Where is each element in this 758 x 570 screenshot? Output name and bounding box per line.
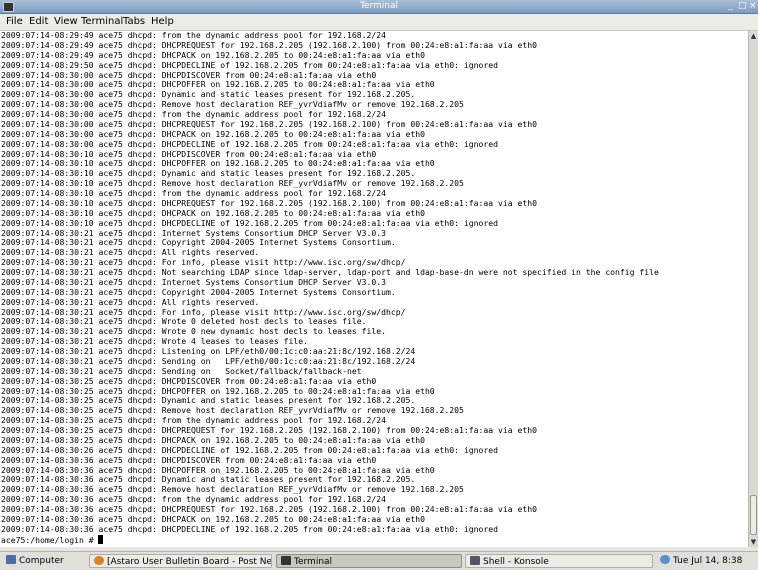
close-icon[interactable]: × <box>749 0 757 13</box>
terminal-line: 2009:07:14-08:30:21 ace75 dhcpd: Interne… <box>1 227 386 238</box>
terminal-line: 2009:07:14-08:30:25 ace75 dhcpd: Dynamic… <box>1 395 416 406</box>
terminal-line: 2009:07:14-08:30:21 ace75 dhcpd: Not sea… <box>1 267 659 277</box>
terminal-line: 2009:07:14-08:30:25 ace75 dhcpd: DHCPOFF… <box>1 385 435 396</box>
terminal-line: 2009:07:14-08:30:36 ace75 dhcpd: DHCPREQ… <box>1 504 538 514</box>
terminal-line: 2009:07:14-08:30:00 ace75 dhcpd: Dynamic… <box>1 89 416 100</box>
terminal-line: 2009:07:14-08:29:49 ace75 dhcpd: DHCPREQ… <box>1 39 538 50</box>
text-cursor <box>98 534 104 544</box>
minimize-icon[interactable]: _ <box>728 0 733 13</box>
task-konsole[interactable]: Shell - Konsole <box>465 554 653 568</box>
terminal-line: 2009:07:14-08:30:00 ace75 dhcpd: DHCPREQ… <box>1 118 538 129</box>
terminal-line: 2009:07:14-08:30:10 ace75 dhcpd: DHCPDIS… <box>1 148 377 159</box>
task-browser[interactable]: [Astaro User Bulletin Board - Post New .… <box>89 554 272 568</box>
task-terminal-label: Terminal <box>294 557 333 567</box>
terminal-text: 2009:07:14-08:29:49 ace75 dhcpd: from th… <box>0 31 748 546</box>
terminal-line: 2009:07:14-08:30:21 ace75 dhcpd: For inf… <box>1 257 406 268</box>
maximize-icon[interactable]: □ <box>738 0 747 13</box>
shell-prompt: ace75:/home/login # <box>1 534 99 545</box>
terminal-line: 2009:07:14-08:30:25 ace75 dhcpd: DHCPDIS… <box>1 375 377 386</box>
terminal-line: 2009:07:14-08:29:50 ace75 dhcpd: DHCPDEC… <box>1 59 499 70</box>
menu-tabs[interactable]: Tabs <box>123 14 145 30</box>
terminal-line: 2009:07:14-08:30:21 ace75 dhcpd: Wrote 4… <box>1 336 308 347</box>
scroll-down-icon[interactable]: ▼ <box>749 537 758 547</box>
terminal-line: 2009:07:14-08:30:00 ace75 dhcpd: Remove … <box>1 99 464 110</box>
window-titlebar[interactable]: Terminal _ □ × <box>0 0 758 14</box>
terminal-line: 2009:07:14-08:30:10 ace75 dhcpd: DHCPOFF… <box>1 158 435 169</box>
terminal-line: 2009:07:14-08:30:10 ace75 dhcpd: DHCPDEC… <box>1 217 499 228</box>
terminal-line: 2009:07:14-08:30:21 ace75 dhcpd: Wrote 0… <box>1 326 386 337</box>
taskbar: Computer [Astaro User Bulletin Board - P… <box>0 551 758 570</box>
task-browser-label: [Astaro User Bulletin Board - Post New .… <box>107 557 272 567</box>
terminal-line: 2009:07:14-08:30:21 ace75 dhcpd: All rig… <box>1 296 260 307</box>
menu-view[interactable]: View <box>54 14 78 30</box>
computer-menu-button[interactable]: Computer <box>2 554 82 568</box>
terminal-line: 2009:07:14-08:30:36 ace75 dhcpd: from th… <box>1 494 386 505</box>
terminal-icon <box>281 556 291 565</box>
konsole-icon <box>470 556 480 565</box>
terminal-line: 2009:07:14-08:30:25 ace75 dhcpd: DHCPREQ… <box>1 425 538 435</box>
terminal-line: 2009:07:14-08:30:10 ace75 dhcpd: Remove … <box>1 178 464 189</box>
terminal-line: 2009:07:14-08:30:00 ace75 dhcpd: DHCPOFF… <box>1 79 435 90</box>
terminal-line: 2009:07:14-08:29:49 ace75 dhcpd: DHCPACK… <box>1 49 425 60</box>
terminal-line: 2009:07:14-08:30:21 ace75 dhcpd: Wrote 0… <box>1 316 367 327</box>
terminal-line: 2009:07:14-08:30:10 ace75 dhcpd: Dynamic… <box>1 168 416 179</box>
menu-terminal[interactable]: Terminal <box>81 14 123 30</box>
clock: Tue Jul 14, 8:38 <box>673 556 743 566</box>
terminal-line: 2009:07:14-08:30:36 ace75 dhcpd: DHCPDIS… <box>1 454 377 465</box>
terminal-line: 2009:07:14-08:30:26 ace75 dhcpd: DHCPDEC… <box>1 444 499 455</box>
terminal-line: 2009:07:14-08:30:21 ace75 dhcpd: Sending… <box>1 365 362 376</box>
terminal-line: 2009:07:14-08:30:21 ace75 dhcpd: Copyrig… <box>1 286 396 297</box>
menu-edit[interactable]: Edit <box>29 14 48 30</box>
terminal-line: 2009:07:14-08:30:36 ace75 dhcpd: Remove … <box>1 484 464 495</box>
browser-icon <box>94 556 104 565</box>
menu-bar: File Edit View Terminal Tabs Help <box>0 14 758 31</box>
terminal-line: 2009:07:14-08:30:21 ace75 dhcpd: Interne… <box>1 276 386 287</box>
terminal-line: 2009:07:14-08:30:36 ace75 dhcpd: DHCPOFF… <box>1 464 435 475</box>
task-konsole-label: Shell - Konsole <box>483 557 549 567</box>
terminal-line: 2009:07:14-08:30:00 ace75 dhcpd: from th… <box>1 109 386 119</box>
terminal-line: 2009:07:14-08:30:21 ace75 dhcpd: Sending… <box>1 355 416 366</box>
window-title: Terminal <box>359 1 399 11</box>
terminal-line: 2009:07:14-08:30:36 ace75 dhcpd: DHCPDEC… <box>1 523 499 534</box>
terminal-line: 2009:07:14-08:30:10 ace75 dhcpd: DHCPACK… <box>1 207 425 218</box>
terminal-line: 2009:07:14-08:30:36 ace75 dhcpd: Dynamic… <box>1 474 416 485</box>
terminal-line: 2009:07:14-08:29:49 ace75 dhcpd: from th… <box>1 31 386 40</box>
computer-menu-label: Computer <box>19 556 64 566</box>
menu-help[interactable]: Help <box>151 14 174 30</box>
scrollbar-thumb[interactable] <box>750 495 757 535</box>
terminal-line: 2009:07:14-08:30:21 ace75 dhcpd: All rig… <box>1 247 260 258</box>
terminal-line: 2009:07:14-08:30:21 ace75 dhcpd: Copyrig… <box>1 237 396 248</box>
terminal-output[interactable]: 2009:07:14-08:29:49 ace75 dhcpd: from th… <box>0 31 748 547</box>
terminal-line: 2009:07:14-08:30:21 ace75 dhcpd: For inf… <box>1 306 406 317</box>
terminal-line: 2009:07:14-08:30:25 ace75 dhcpd: Remove … <box>1 405 464 416</box>
terminal-line: 2009:07:14-08:30:00 ace75 dhcpd: DHCPACK… <box>1 128 425 139</box>
terminal-line: 2009:07:14-08:30:21 ace75 dhcpd: Listeni… <box>1 346 416 356</box>
computer-icon <box>6 555 16 564</box>
terminal-line: 2009:07:14-08:30:10 ace75 dhcpd: from th… <box>1 188 386 198</box>
clock-area[interactable]: Tue Jul 14, 8:38 <box>658 554 756 568</box>
terminal-line: 2009:07:14-08:30:00 ace75 dhcpd: DHCPDIS… <box>1 69 377 80</box>
terminal-line: 2009:07:14-08:30:00 ace75 dhcpd: DHCPDEC… <box>1 138 499 149</box>
terminal-line: 2009:07:14-08:30:25 ace75 dhcpd: DHCPACK… <box>1 434 425 445</box>
network-icon <box>660 555 670 564</box>
terminal-line: 2009:07:14-08:30:25 ace75 dhcpd: from th… <box>1 415 386 426</box>
task-terminal[interactable]: Terminal <box>276 554 462 568</box>
menu-file[interactable]: File <box>6 14 23 30</box>
terminal-line: 2009:07:14-08:30:10 ace75 dhcpd: DHCPREQ… <box>1 197 538 208</box>
terminal-line: 2009:07:14-08:30:36 ace75 dhcpd: DHCPACK… <box>1 513 425 524</box>
scroll-up-icon[interactable]: ▲ <box>749 31 758 41</box>
vertical-scrollbar[interactable]: ▲ ▼ <box>748 31 758 547</box>
